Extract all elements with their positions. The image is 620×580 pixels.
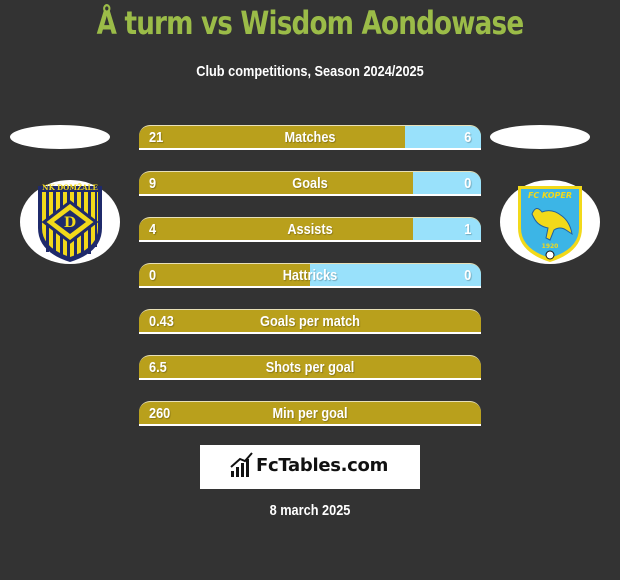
stat-label: Min per goal: [272, 405, 348, 422]
right-value: 0: [463, 267, 471, 284]
left-player-placeholder: [10, 125, 110, 149]
svg-text:D: D: [64, 215, 76, 231]
fctables-brand-logo[interactable]: FcTables.com: [200, 445, 420, 489]
right-value: 1: [463, 221, 471, 238]
stat-row-assists: 4 Assists 1: [139, 217, 481, 242]
stat-row-min-per-goal: 260 Min per goal: [139, 401, 481, 426]
fc-koper-crest-icon: FC KOPER 1920: [518, 186, 582, 262]
stat-label: Goals per match: [260, 313, 360, 330]
nk-domzale-crest-icon: NK DOMŽALE D: [38, 183, 102, 262]
bar-chart-icon: [230, 452, 253, 477]
stat-label: Shots per goal: [265, 359, 355, 376]
stat-label: Assists: [287, 221, 333, 238]
stat-row-goals-per-match: 0.43 Goals per match: [139, 309, 481, 334]
page-title: Å turm vs Wisdom Aondowase: [96, 4, 524, 42]
stat-row-hattricks: 0 Hattricks 0: [139, 263, 481, 288]
left-team-logo[interactable]: NK DOMŽALE D: [20, 180, 120, 264]
right-value: 0: [463, 175, 471, 192]
date-label: 8 march 2025: [269, 502, 351, 519]
left-value: 0: [149, 267, 157, 284]
stat-label: Goals: [292, 175, 328, 192]
stat-row-goals: 9 Goals 0: [139, 171, 481, 196]
left-value: 4: [149, 221, 157, 238]
left-value: 9: [149, 175, 157, 192]
svg-text:FC KOPER: FC KOPER: [528, 191, 572, 200]
brand-name: FcTables.com: [256, 455, 389, 476]
svg-text:1920: 1920: [542, 243, 559, 250]
right-value: 6: [463, 129, 471, 146]
competition-subtitle: Club competitions, Season 2024/2025: [196, 63, 424, 80]
stat-row-shots-per-goal: 6.5 Shots per goal: [139, 355, 481, 380]
right-player-placeholder: [490, 125, 590, 149]
stat-row-matches: 21 Matches 6: [139, 125, 481, 150]
svg-text:NK DOMŽALE: NK DOMŽALE: [42, 183, 98, 192]
stat-label: Matches: [284, 129, 336, 146]
left-value: 21: [149, 129, 164, 146]
stat-label: Hattricks: [282, 267, 338, 284]
right-team-logo[interactable]: FC KOPER 1920: [500, 180, 600, 264]
